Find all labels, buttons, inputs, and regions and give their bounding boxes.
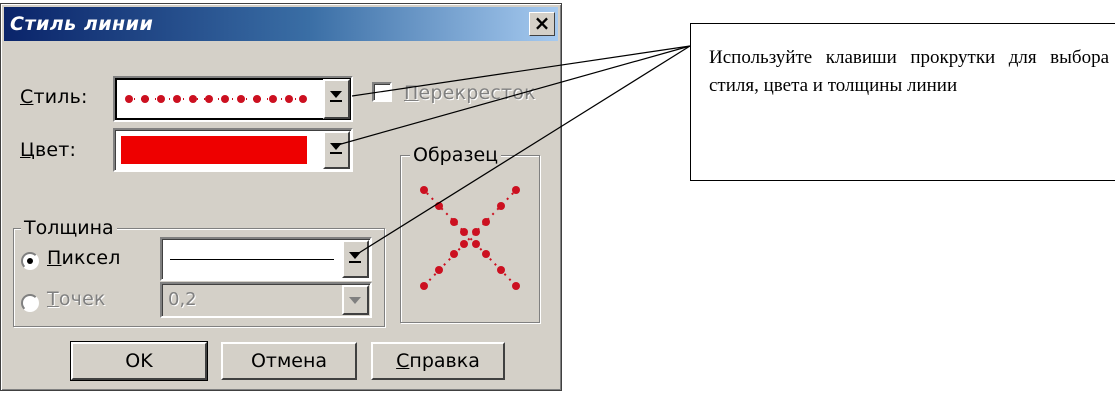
callout-pointer-lines <box>333 45 691 257</box>
